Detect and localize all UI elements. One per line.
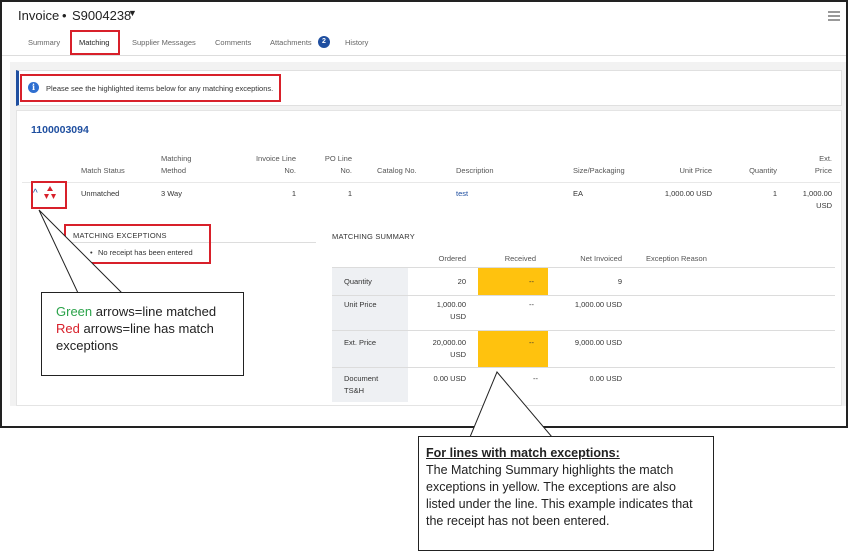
tab-history[interactable]: History	[345, 38, 368, 47]
hamburger-menu-icon[interactable]	[828, 11, 840, 21]
col-header-invoice-line-l1: Invoice Line	[255, 154, 296, 163]
col-header-match-status: Match Status	[81, 166, 125, 175]
cell-unit-price: 1,000.00 USD	[664, 189, 712, 198]
cell-description-link[interactable]: test	[456, 188, 468, 200]
col-header-matching-method-l1: Matching	[161, 154, 192, 163]
tab-bar: Summary Matching Supplier Messages Comme…	[2, 30, 846, 56]
col-header-quantity: Quantity	[749, 166, 777, 175]
summary-cell: --	[529, 277, 534, 286]
col-header-ext-price-l1: Ext.	[819, 154, 832, 163]
col-header-size: Size/Packaging	[573, 166, 625, 175]
summary-cell: 0.00 USD	[589, 374, 622, 383]
summary-row-label: Unit Price	[344, 300, 377, 309]
highlight-box-exceptions	[64, 224, 211, 264]
col-header-catalog: Catalog No.	[377, 166, 417, 175]
red-legend-text: arrows=line has match exceptions	[56, 321, 214, 353]
cell-invoice-line: 1	[291, 189, 296, 198]
callout-heading: For lines with match exceptions:	[426, 446, 620, 460]
matching-summary-table: Ordered Received Net Invoiced Exception …	[332, 245, 835, 402]
title-separator: •	[62, 8, 67, 23]
matching-summary-title: MATCHING SUMMARY	[332, 232, 415, 241]
page-title: Invoice	[18, 8, 60, 23]
summary-cell: --	[529, 300, 534, 309]
callout-arrows-legend: Green arrows=line matched Red arrows=lin…	[41, 292, 244, 376]
summary-cell: --	[533, 374, 538, 383]
cell-ext-price-l1: 1,000.00	[802, 189, 832, 198]
po-number-link[interactable]: 1100003094	[31, 124, 89, 136]
table-divider	[22, 182, 840, 183]
summary-cell: --	[529, 338, 534, 347]
summary-row-label: Ext. Price	[344, 338, 377, 347]
green-legend-text: arrows=line matched	[92, 304, 217, 319]
summary-cell: USD	[450, 350, 466, 359]
chevron-down-icon[interactable]: ▼	[128, 8, 137, 18]
col-header-matching-method-l2: Method	[161, 166, 187, 175]
tab-comments[interactable]: Comments	[215, 38, 251, 47]
summary-cell: 1,000.00	[436, 300, 466, 309]
row-divider	[332, 295, 835, 296]
info-message: Please see the highlighted items below f…	[46, 84, 274, 93]
summary-col-ordered: Ordered	[438, 254, 466, 263]
cell-po-line: 1	[347, 189, 352, 198]
summary-cell: 9,000.00 USD	[574, 338, 622, 347]
highlight-box-matching-tab	[70, 30, 120, 55]
callout-body: The Matching Summary highlights the matc…	[426, 463, 693, 528]
summary-cell: 1,000.00 USD	[574, 300, 622, 309]
summary-row-label: Quantity	[344, 277, 372, 286]
cell-size: EA	[573, 189, 584, 198]
cell-ext-price-l2: USD	[816, 201, 832, 210]
invoice-number[interactable]: S9004238	[72, 8, 131, 23]
summary-cell: 9	[617, 277, 622, 286]
summary-col-net-invoiced: Net Invoiced	[580, 254, 622, 263]
summary-cell: USD	[450, 312, 466, 321]
cell-match-status: Unmatched	[81, 189, 120, 198]
summary-col-exception-reason: Exception Reason	[646, 254, 707, 263]
summary-cell: 20,000.00	[432, 338, 466, 347]
tab-attachments[interactable]: Attachments	[270, 38, 312, 47]
callout-summary-explanation: For lines with match exceptions: The Mat…	[418, 436, 714, 551]
header: Invoice • S9004238 ▼	[2, 2, 846, 30]
red-legend-word: Red	[56, 321, 80, 336]
row-divider	[332, 367, 835, 368]
tab-supplier-messages[interactable]: Supplier Messages	[132, 38, 196, 47]
col-header-unit-price: Unit Price	[679, 166, 712, 175]
summary-row-label: TS&H	[344, 386, 365, 395]
col-header-po-line-l1: PO Line	[324, 154, 352, 163]
summary-row-label: Document	[344, 374, 379, 383]
info-icon: i	[28, 82, 39, 93]
attachments-count-badge: 2	[318, 36, 330, 48]
cell-matching-method: 3 Way	[161, 189, 182, 198]
green-legend-word: Green	[56, 304, 93, 319]
col-header-ext-price-l2: Price	[814, 166, 832, 175]
col-header-po-line-l2: No.	[340, 166, 352, 175]
summary-col-received: Received	[504, 254, 536, 263]
highlight-box-arrows	[31, 181, 67, 209]
tab-summary[interactable]: Summary	[28, 38, 60, 47]
row-divider	[332, 267, 835, 268]
summary-cell: 20	[457, 277, 466, 286]
col-header-description: Description	[456, 166, 494, 175]
summary-cell: 0.00 USD	[433, 374, 466, 383]
row-divider	[332, 330, 835, 331]
col-header-invoice-line-l2: No.	[284, 166, 296, 175]
cell-quantity: 1	[772, 189, 777, 198]
